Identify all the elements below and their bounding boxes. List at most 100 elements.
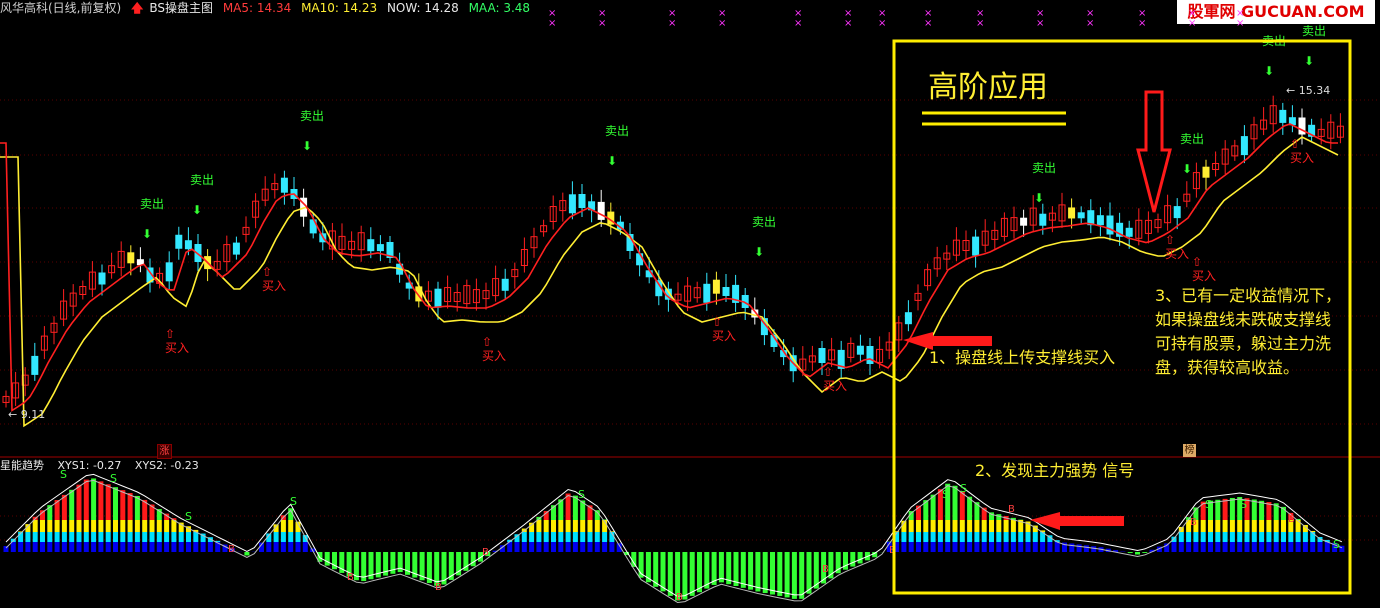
signal-b: B bbox=[822, 564, 829, 575]
momentum-bar bbox=[908, 520, 914, 532]
momentum-bar bbox=[602, 532, 608, 542]
candle-body bbox=[568, 194, 576, 214]
momentum-bar bbox=[54, 532, 60, 542]
momentum-bar bbox=[974, 502, 980, 520]
momentum-bar bbox=[1010, 532, 1016, 542]
sell-label: 卖出 bbox=[1302, 24, 1326, 38]
momentum-bar bbox=[1229, 542, 1235, 552]
candle-body bbox=[1096, 215, 1104, 226]
momentum-bar bbox=[98, 520, 104, 532]
momentum-bar bbox=[967, 520, 973, 532]
momentum-bar bbox=[1032, 542, 1038, 552]
momentum-bar bbox=[134, 532, 140, 542]
momentum-bar bbox=[572, 532, 578, 542]
momentum-bar bbox=[572, 520, 578, 532]
momentum-bar bbox=[799, 552, 805, 599]
momentum-bar bbox=[572, 542, 578, 552]
momentum-bar bbox=[857, 552, 863, 564]
momentum-bar bbox=[923, 532, 929, 542]
momentum-bar bbox=[1259, 520, 1265, 532]
buy-label: 买入 bbox=[1290, 151, 1314, 165]
momentum-bar bbox=[1003, 520, 1009, 532]
momentum-bar bbox=[1288, 542, 1294, 552]
momentum-bar bbox=[61, 532, 67, 542]
momentum-bar bbox=[244, 552, 250, 556]
candle-body bbox=[1202, 166, 1210, 178]
momentum-bar bbox=[682, 552, 688, 600]
zhang-tag[interactable]: 涨 bbox=[157, 444, 172, 459]
momentum-bar bbox=[302, 542, 308, 552]
sub-indicator-name[interactable]: 星能趋势 bbox=[0, 459, 44, 472]
momentum-bar bbox=[120, 520, 126, 532]
momentum-bar bbox=[134, 542, 140, 552]
candle-body bbox=[597, 201, 605, 220]
momentum-bar bbox=[908, 532, 914, 542]
candle-body bbox=[578, 194, 586, 208]
momentum-bar bbox=[105, 532, 111, 542]
momentum-bar bbox=[1317, 542, 1323, 552]
momentum-bar bbox=[689, 552, 695, 596]
momentum-bar bbox=[565, 542, 571, 552]
momentum-bar bbox=[697, 552, 702, 593]
momentum-bar bbox=[273, 542, 279, 552]
momentum-bar bbox=[1281, 542, 1286, 552]
buy-arrow-icon: ⇧ bbox=[165, 327, 175, 341]
momentum-bar bbox=[142, 520, 148, 532]
momentum-bar bbox=[193, 542, 199, 552]
momentum-bar bbox=[25, 542, 31, 552]
marker-x: × bbox=[1036, 18, 1044, 29]
momentum-bar bbox=[1215, 499, 1221, 520]
candle-body bbox=[184, 240, 192, 250]
momentum-bar bbox=[200, 542, 206, 552]
momentum-bar bbox=[1251, 542, 1257, 552]
signal-s: S bbox=[290, 495, 297, 508]
momentum-bar bbox=[952, 542, 958, 552]
marker-x: × bbox=[1086, 18, 1094, 29]
momentum-bar bbox=[967, 532, 973, 542]
momentum-bar bbox=[32, 532, 38, 542]
momentum-bar bbox=[25, 532, 31, 542]
momentum-bar bbox=[959, 491, 965, 520]
momentum-bar bbox=[989, 542, 994, 552]
momentum-bar bbox=[945, 520, 951, 532]
xys1-line bbox=[5, 473, 1343, 598]
momentum-bar bbox=[69, 542, 75, 552]
sell-arrow-icon: ⬇ bbox=[142, 227, 152, 241]
momentum-bar bbox=[565, 532, 571, 542]
momentum-bar bbox=[76, 484, 82, 520]
momentum-subchart: S SSSS S SS SSBBBBBBBBB B bbox=[3, 468, 1345, 604]
high-price-label: ← 15.34 bbox=[1286, 84, 1330, 97]
momentum-bar bbox=[1025, 542, 1031, 552]
buy-arrow-icon: ⇧ bbox=[262, 265, 272, 279]
candle-body bbox=[1020, 217, 1028, 226]
momentum-bar bbox=[1200, 542, 1206, 552]
momentum-bar bbox=[1054, 542, 1060, 552]
momentum-bar bbox=[32, 520, 38, 532]
momentum-bar bbox=[748, 552, 754, 590]
momentum-bar bbox=[981, 542, 987, 552]
momentum-bar bbox=[1208, 542, 1213, 552]
momentum-bar bbox=[580, 542, 586, 552]
momentum-bar bbox=[551, 542, 556, 552]
momentum-bar bbox=[594, 542, 600, 552]
momentum-bar bbox=[1244, 532, 1250, 542]
sell-label: 卖出 bbox=[1180, 132, 1204, 146]
momentum-bar bbox=[1215, 532, 1221, 542]
marker-x: × bbox=[668, 18, 676, 29]
momentum-bar bbox=[280, 542, 286, 552]
buy-label: 买入 bbox=[823, 379, 847, 393]
momentum-bar bbox=[134, 495, 140, 520]
note-1: 1、操盘线上传支撑线买入 bbox=[929, 348, 1116, 367]
note-2: 2、发现主力强势 信号 bbox=[975, 461, 1135, 480]
momentum-bar bbox=[1222, 532, 1228, 542]
momentum-bar bbox=[543, 542, 549, 552]
momentum-bar bbox=[1032, 532, 1038, 542]
buy-arrow-icon: ⇧ bbox=[1165, 233, 1175, 247]
momentum-bar bbox=[529, 542, 535, 552]
momentum-bar bbox=[266, 542, 272, 552]
momentum-bar bbox=[113, 542, 118, 552]
bang-tag[interactable]: 榜 bbox=[1183, 444, 1196, 457]
momentum-bar bbox=[667, 552, 673, 596]
momentum-bar bbox=[974, 520, 980, 532]
momentum-bar bbox=[171, 542, 177, 552]
